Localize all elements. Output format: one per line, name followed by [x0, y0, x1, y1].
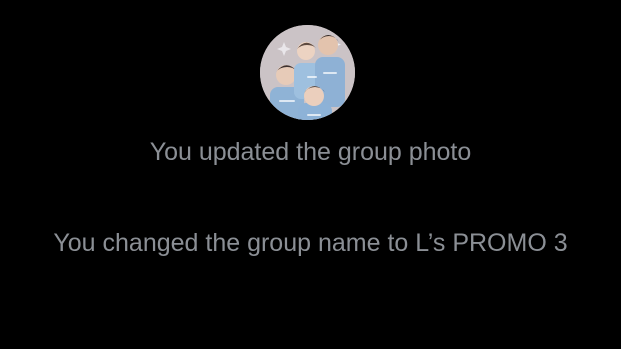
- group-photo-avatar[interactable]: [260, 25, 355, 120]
- group-name-changed-message: You changed the group name to L’s PROMO …: [53, 229, 568, 257]
- group-photo-image: [260, 25, 355, 120]
- group-photo-updated-message: You updated the group photo: [149, 138, 472, 166]
